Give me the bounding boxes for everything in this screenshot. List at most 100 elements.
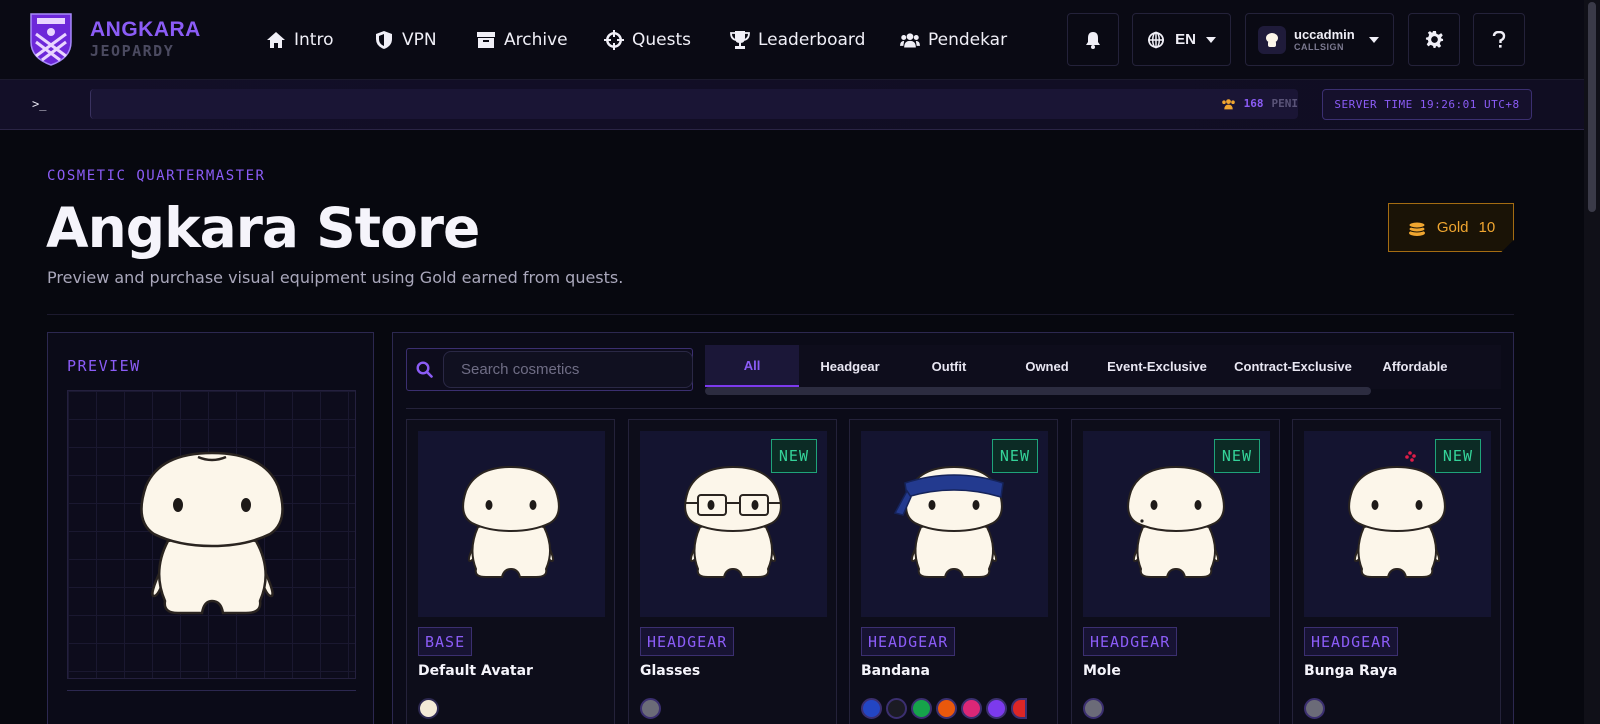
preview-divider	[67, 690, 356, 691]
server-time: SERVER TIME 19:26:01 UTC+8	[1322, 89, 1532, 120]
nav-intro-label: Intro	[294, 30, 334, 50]
tab-headgear[interactable]: Headgear	[799, 345, 901, 387]
color-swatch[interactable]	[986, 698, 1007, 719]
color-swatch[interactable]	[640, 698, 661, 719]
tabs-scrollbar[interactable]	[705, 387, 1371, 395]
new-badge: NEW	[991, 439, 1038, 473]
logo-icon[interactable]	[28, 12, 74, 66]
preview-stage	[67, 390, 356, 679]
category-badge: HEADGEAR	[861, 627, 956, 656]
cosmetic-card-mole[interactable]: NEW HEADGEAR Mole	[1071, 419, 1280, 724]
preview-panel: PREVIEW	[47, 332, 374, 724]
tab-contract-exclusive[interactable]: Contract-Exclusive	[1217, 345, 1369, 387]
nav-pendekar[interactable]: Pendekar	[900, 27, 1007, 53]
category-badge: BASE	[418, 627, 473, 656]
avatar-icon	[1266, 32, 1278, 47]
category-badge: HEADGEAR	[640, 627, 735, 656]
header-divider	[47, 314, 1514, 315]
language-select[interactable]: EN	[1132, 13, 1231, 66]
card-image	[418, 431, 605, 617]
scrollbar-thumb[interactable]	[1588, 2, 1596, 212]
page-eyebrow: COSMETIC QUARTERMASTER	[47, 168, 266, 184]
category-tabs: All Headgear Outfit Owned Event-Exclusiv…	[705, 345, 1501, 389]
crosshair-icon	[604, 30, 624, 50]
card-title: Bunga Raya	[1304, 663, 1398, 679]
cosmetic-card-bunga-raya[interactable]: NEW HEADGEAR Bunga Raya	[1292, 419, 1501, 724]
nav-quests-label: Quests	[632, 30, 691, 50]
card-title: Bandana	[861, 663, 930, 679]
nav-archive[interactable]: Archive	[476, 27, 568, 53]
store-panel: All Headgear Outfit Owned Event-Exclusiv…	[392, 332, 1514, 724]
avatar-thumbnail	[462, 465, 560, 578]
new-badge: NEW	[770, 439, 817, 473]
bell-icon	[1086, 31, 1100, 49]
color-swatch[interactable]	[418, 698, 439, 719]
notifications-button[interactable]	[1067, 13, 1119, 66]
user-callsign-label: CALLSIGN	[1294, 41, 1344, 52]
avatar	[1258, 25, 1286, 54]
chevron-down-icon	[1368, 36, 1379, 43]
tab-owned[interactable]: Owned	[997, 345, 1097, 387]
color-swatch[interactable]	[1304, 698, 1325, 719]
activity-ticker: 168 PENI	[90, 89, 1298, 119]
top-navbar: ANGKARA JEOPARDY Intro VPN Archive Quest…	[0, 0, 1584, 80]
cosmetic-card-bandana[interactable]: NEW HEADGEAR Bandana	[849, 419, 1058, 724]
color-swatch[interactable]	[1083, 698, 1104, 719]
tab-event-exclusive[interactable]: Event-Exclusive	[1097, 345, 1217, 387]
question-icon	[1492, 30, 1506, 48]
users-icon	[1221, 98, 1235, 109]
cosmetic-card-default-avatar[interactable]: BASE Default Avatar	[406, 419, 615, 724]
gear-icon	[1425, 30, 1443, 49]
terminal-bar: >_ 168 PENI SERVER TIME 19:26:01 UTC+8	[0, 80, 1584, 130]
avatar-preview	[140, 451, 284, 615]
shield-icon	[376, 31, 392, 49]
home-icon	[267, 32, 285, 48]
card-title: Default Avatar	[418, 663, 533, 679]
page-subtitle: Preview and purchase visual equipment us…	[47, 268, 624, 287]
nav-vpn[interactable]: VPN	[374, 27, 437, 53]
tab-all[interactable]: All	[705, 345, 799, 387]
brand-subtitle[interactable]: JEOPARDY	[90, 42, 174, 60]
preview-label: PREVIEW	[67, 357, 141, 375]
category-badge: HEADGEAR	[1083, 627, 1178, 656]
gold-label: Gold	[1436, 219, 1469, 236]
ticker-text: PENI	[1271, 97, 1299, 110]
new-badge: NEW	[1434, 439, 1481, 473]
archive-icon	[477, 32, 495, 48]
color-swatch[interactable]	[961, 698, 982, 719]
user-menu[interactable]: uccadmin CALLSIGN	[1245, 13, 1394, 66]
search-input[interactable]	[443, 351, 693, 388]
nav-pendekar-label: Pendekar	[928, 30, 1008, 50]
terminal-prompt: >_	[32, 97, 47, 111]
cosmetic-card-glasses[interactable]: NEW HEADGEAR Glasses	[628, 419, 837, 724]
card-image: NEW	[640, 431, 827, 617]
nav-vpn-label: VPN	[402, 30, 437, 50]
brand-title[interactable]: ANGKARA	[90, 18, 201, 42]
search-icon[interactable]	[416, 361, 433, 378]
help-button[interactable]	[1473, 13, 1525, 66]
tab-outfit[interactable]: Outfit	[901, 345, 997, 387]
coins-icon	[1408, 221, 1426, 236]
card-title: Mole	[1083, 663, 1121, 679]
nav-archive-label: Archive	[504, 30, 568, 50]
gold-amount: 10	[1478, 219, 1496, 236]
color-swatch[interactable]	[911, 698, 932, 719]
color-swatch[interactable]	[861, 698, 882, 719]
nav-intro[interactable]: Intro	[266, 27, 333, 53]
tabs-divider	[406, 408, 1501, 409]
settings-button[interactable]	[1408, 13, 1460, 66]
color-swatch[interactable]	[936, 698, 957, 719]
tab-affordable[interactable]: Affordable	[1369, 345, 1461, 387]
color-swatch[interactable]	[1011, 698, 1027, 719]
card-image: NEW	[1304, 431, 1491, 617]
page-scrollbar[interactable]	[1584, 0, 1600, 724]
card-image: NEW	[861, 431, 1048, 617]
new-badge: NEW	[1213, 439, 1260, 473]
color-swatch[interactable]	[886, 698, 907, 719]
nav-quests[interactable]: Quests	[604, 27, 691, 53]
nav-leaderboard-label: Leaderboard	[758, 30, 866, 50]
trophy-icon	[730, 31, 750, 49]
page-title: Angkara Store	[46, 196, 480, 260]
card-title: Glasses	[640, 663, 701, 679]
nav-leaderboard[interactable]: Leaderboard	[730, 27, 865, 53]
